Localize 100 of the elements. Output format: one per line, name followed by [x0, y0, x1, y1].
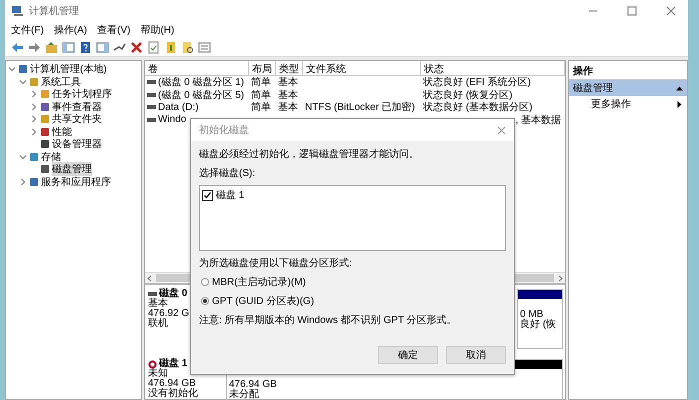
- help-icon[interactable]: [79, 40, 92, 54]
- radio-label[interactable]: GPT (GUID 分区表)(G): [212, 294, 314, 308]
- disk-info: 基本: [148, 298, 168, 309]
- disk-info: 没有初始化: [148, 388, 198, 399]
- tree-item[interactable]: 系统工具: [41, 74, 81, 89]
- delete-icon[interactable]: [130, 40, 143, 54]
- panel-icon[interactable]: [96, 40, 109, 54]
- chevron-down-icon[interactable]: [19, 152, 27, 161]
- back-arrow-icon[interactable]: [11, 40, 24, 54]
- dialog-button[interactable]: 取消: [446, 346, 506, 364]
- tree-node-icon: [29, 176, 39, 187]
- document-icon[interactable]: [147, 40, 160, 54]
- tree-node-icon: [40, 114, 50, 124]
- properties-icon[interactable]: [198, 40, 211, 54]
- table-cell-text: 基本: [278, 76, 298, 90]
- tree-node-icon: [40, 126, 50, 137]
- radio-button[interactable]: [201, 297, 209, 305]
- column-header[interactable]: 类型: [276, 61, 303, 76]
- table-cell-text: (磁盘 0 磁盘分区 5): [158, 88, 244, 102]
- tree-node-icon: [18, 64, 28, 74]
- partition-info: 良好 (恢: [520, 320, 556, 330]
- partition-info: 0 MB: [520, 310, 544, 320]
- chevron-right-icon[interactable]: [30, 128, 38, 136]
- error-circle-icon: [148, 360, 157, 368]
- disk-info: 未知: [148, 368, 168, 379]
- tree-item[interactable]: 事件查看器: [52, 100, 102, 114]
- tree-item[interactable]: 性能: [52, 124, 72, 139]
- tree-item[interactable]: 共享文件夹: [52, 112, 102, 126]
- checkbox-label[interactable]: 磁盘 1: [216, 188, 244, 202]
- column-header[interactable]: 卷: [145, 61, 249, 76]
- partition-info: 未分配: [229, 390, 259, 400]
- table-cell: Data (D:): [158, 102, 199, 113]
- document-icon[interactable]: [164, 40, 177, 54]
- collapse-triangle-icon[interactable]: [676, 84, 683, 92]
- chevron-down-icon[interactable]: [19, 78, 27, 86]
- tree-item[interactable]: 任务计划程序: [52, 87, 112, 102]
- dialog-title: 初始化磁盘: [199, 124, 249, 137]
- table-cell-text: 基本: [278, 100, 298, 114]
- tree-item[interactable]: 存储: [41, 150, 61, 164]
- field-label: 选择磁盘(S):: [199, 166, 256, 180]
- table-cell-text: 状态良好 (恢复分区): [423, 88, 512, 102]
- action-item[interactable]: 更多操作: [569, 96, 687, 112]
- tree-node-icon: [40, 139, 50, 150]
- tree-node-icon: [29, 152, 39, 162]
- scroll-right-icon[interactable]: [558, 274, 563, 282]
- chevron-right-icon[interactable]: [30, 90, 38, 98]
- tree-item[interactable]: 计算机管理(本地): [30, 62, 107, 76]
- menu-item[interactable]: 操作(A): [54, 23, 88, 37]
- disk-info: 476.94 GB: [148, 378, 196, 389]
- table-cell-text: 简单: [251, 76, 271, 90]
- table-cell: Windo: [158, 114, 186, 126]
- search-icon[interactable]: [181, 40, 194, 54]
- dialog-message: 磁盘必须经过初始化，逻辑磁盘管理器才能访问。: [199, 148, 420, 161]
- chevron-down-icon[interactable]: [8, 65, 16, 74]
- computer-icon: [11, 5, 24, 17]
- disk-info: 联机: [148, 318, 168, 329]
- column-header[interactable]: 布局: [249, 61, 276, 76]
- disk-name: 磁盘 1: [159, 359, 188, 369]
- partition-info: 476.94 GB: [229, 380, 277, 390]
- table-cell-text: , 基本数据: [515, 114, 561, 127]
- table-cell-text: 基本: [278, 88, 298, 102]
- tree-node-icon: [40, 164, 50, 174]
- action-item[interactable]: 磁盘管理: [569, 80, 687, 96]
- close-icon[interactable]: [497, 126, 506, 134]
- maximize-icon: [627, 6, 637, 16]
- chevron-right-icon[interactable]: [19, 178, 27, 186]
- menu-item[interactable]: 帮助(H): [140, 23, 174, 37]
- folder-icon[interactable]: [45, 40, 58, 54]
- radio-label[interactable]: MBR(主启动记录)(M): [212, 275, 306, 289]
- disk-name: 磁盘 0: [159, 289, 188, 299]
- forward-arrow-icon[interactable]: [28, 40, 41, 54]
- table-cell-text: 简单: [251, 100, 271, 114]
- checkbox[interactable]: [202, 190, 213, 200]
- tree-item[interactable]: 设备管理器: [52, 137, 102, 152]
- column-header[interactable]: 状态: [421, 61, 565, 76]
- menu-item[interactable]: 文件(F): [11, 23, 44, 37]
- close-icon: [666, 6, 676, 16]
- table-cell-text: 状态良好 (EFI 系统分区): [423, 76, 531, 90]
- radio-button[interactable]: [201, 278, 209, 286]
- table-cell-text: NTFS (BitLocker 已加密): [305, 100, 416, 114]
- tree-node-icon: [40, 102, 50, 112]
- chevron-right-icon[interactable]: [30, 115, 38, 124]
- dialog-button[interactable]: 确定: [378, 346, 438, 364]
- submenu-triangle-icon: [676, 100, 683, 108]
- checkmark-icon: [204, 192, 211, 198]
- window-title: 计算机管理: [29, 4, 79, 18]
- scroll-left-icon[interactable]: [147, 274, 152, 282]
- table-cell-text: 状态良好 (基本数据分区): [423, 100, 532, 114]
- table-cell-text: 简单: [251, 88, 271, 102]
- tree-item[interactable]: 服务和应用程序: [41, 174, 111, 189]
- note-text: 注意: 所有早期版本的 Windows 都不识别 GPT 分区形式。: [199, 314, 458, 327]
- menu-item[interactable]: 查看(V): [97, 23, 130, 37]
- tree-node-icon: [29, 76, 39, 87]
- panel-icon[interactable]: [62, 40, 75, 54]
- table-cell-text: (磁盘 0 磁盘分区 1): [158, 76, 244, 90]
- tree-item[interactable]: 磁盘管理: [52, 162, 92, 176]
- tree-node-icon: [40, 89, 50, 100]
- field-label: 为所选磁盘使用以下磁盘分区形式:: [199, 256, 352, 270]
- chevron-right-icon[interactable]: [30, 102, 38, 111]
- column-header[interactable]: 文件系统: [303, 61, 421, 76]
